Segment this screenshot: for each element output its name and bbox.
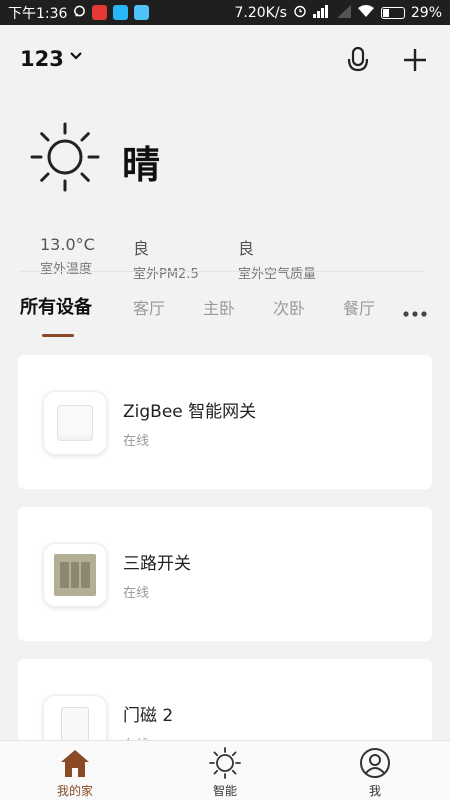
nav-label: 我的家 (56, 784, 93, 798)
device-status: 在线 (123, 434, 150, 449)
chat-icon (73, 5, 86, 21)
stat-value: 良 (133, 239, 150, 258)
app-notification-icon (134, 5, 150, 20)
tab-dining-room[interactable]: 餐厅 (343, 295, 375, 319)
app-notification-icon (92, 5, 108, 20)
signal-weak-icon (336, 4, 351, 21)
stat-label: 室外温度 (40, 262, 93, 277)
device-status: 在线 (123, 586, 150, 601)
outdoor-air-quality: 良 室外空气质量 (238, 235, 316, 282)
stat-value: 良 (238, 239, 255, 258)
status-bar: 下午1:36 7.20K/s 29% (0, 0, 450, 25)
weather-panel: 晴 13.0°C 室外温度 良 室外PM2.5 良 室外空气质量 (0, 120, 450, 282)
battery-icon (380, 6, 405, 19)
home-selector[interactable]: 123 (20, 47, 82, 71)
bottom-navigation: 我的家 智能 我 (0, 740, 450, 800)
tab-living-room[interactable]: 客厅 (133, 295, 165, 319)
room-tabs: 所有设备 客厅 主卧 次卧 餐厅 (0, 287, 450, 347)
home-icon (61, 750, 89, 777)
tab-second-bedroom[interactable]: 次卧 (273, 295, 305, 319)
network-speed: 7.20K/s (234, 4, 287, 21)
more-icon[interactable] (402, 299, 428, 323)
stat-label: 室外PM2.5 (133, 267, 199, 282)
nav-label: 我 (368, 784, 381, 798)
device-card-gateway[interactable]: ZigBee 智能网关 在线 (18, 355, 432, 489)
chevron-down-icon (70, 49, 82, 65)
nav-me[interactable]: 我 (335, 747, 415, 799)
home-name: 123 (20, 47, 64, 71)
app-notification-icon (113, 5, 129, 20)
sunny-icon (28, 120, 102, 194)
tab-all-devices[interactable]: 所有设备 (20, 293, 92, 319)
door-sensor-icon (43, 695, 107, 740)
device-name: 门磁 2 (123, 706, 174, 726)
gateway-icon (43, 391, 107, 455)
nav-smart[interactable]: 智能 (185, 747, 265, 799)
add-device-button[interactable] (400, 45, 430, 75)
status-time: 下午1:36 (8, 5, 68, 22)
microphone-icon[interactable] (344, 45, 372, 75)
switch-icon (43, 543, 107, 607)
divider (20, 271, 425, 272)
top-bar: 123 (0, 25, 450, 95)
device-card-switch[interactable]: 三路开关 在线 (18, 507, 432, 641)
user-icon (360, 748, 390, 778)
device-name: ZigBee 智能网关 (123, 402, 257, 422)
nav-my-home[interactable]: 我的家 (35, 747, 115, 799)
tab-master-bedroom[interactable]: 主卧 (203, 295, 235, 319)
stat-label: 室外空气质量 (238, 267, 317, 282)
weather-condition: 晴 (122, 143, 161, 187)
stat-value: 13.0°C (40, 235, 95, 254)
home-screen: 123 晴 13.0°C 室外温度 良 室外PM2.5 良 室外空气质量 所有设… (0, 25, 450, 740)
signal-icon (312, 4, 331, 21)
device-card-door-sensor[interactable]: 门磁 2 在线 (18, 659, 432, 740)
battery-level: 29% (410, 4, 442, 21)
nav-label: 智能 (212, 784, 237, 798)
smart-sun-icon (209, 747, 241, 779)
device-name: 三路开关 (123, 554, 191, 574)
alarm-icon (293, 4, 307, 21)
outdoor-pm25: 良 室外PM2.5 (133, 235, 199, 282)
wifi-icon (357, 4, 375, 21)
active-tab-indicator (42, 334, 74, 337)
